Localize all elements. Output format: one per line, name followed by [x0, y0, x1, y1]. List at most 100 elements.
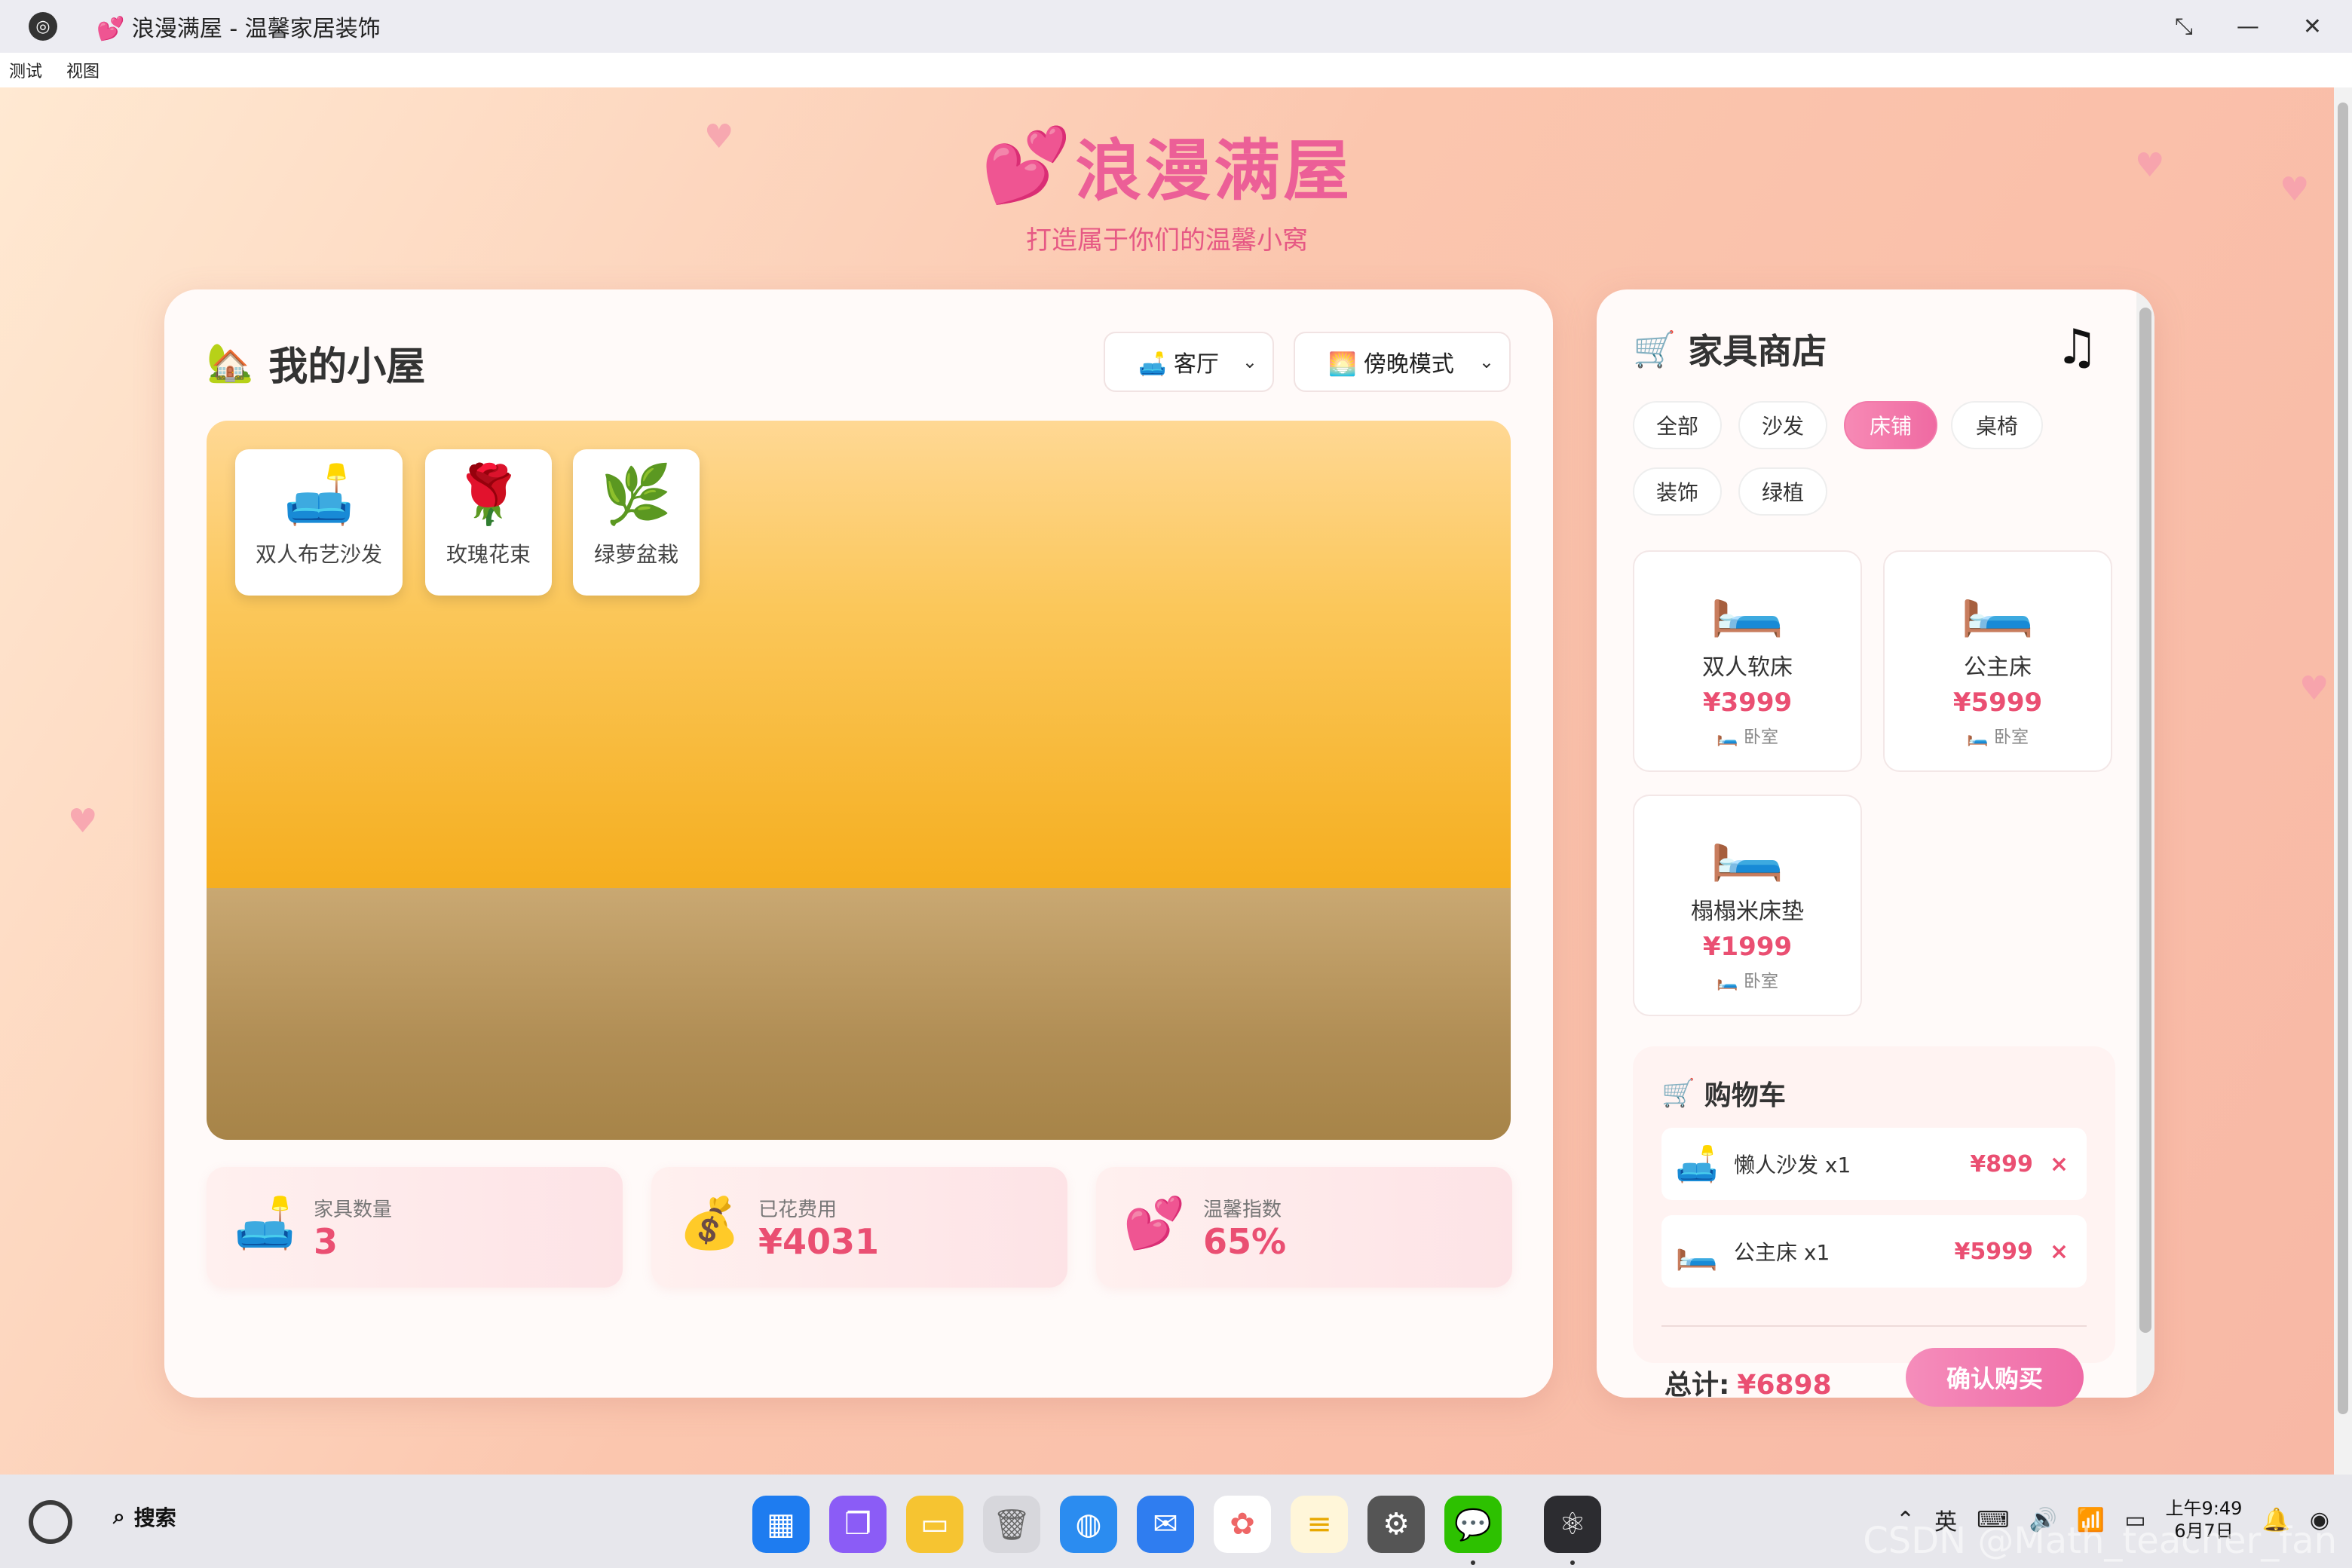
product-category: 🛏️ 卧室	[1717, 727, 1778, 747]
window-title: 💕 浪漫满屋 - 温馨家居装饰	[96, 16, 381, 42]
sofa-icon: 🛋️	[283, 461, 355, 528]
cart-title: 🛒 购物车	[1661, 1073, 1786, 1113]
stat-label: 温馨指数	[1203, 1199, 1282, 1221]
cart-item-name: 公主床 x1	[1734, 1240, 1830, 1265]
notes-icon[interactable]: ≡	[1291, 1496, 1348, 1553]
shop-title-text: 家具商店	[1688, 331, 1827, 372]
cart-title-text: 购物车	[1704, 1080, 1786, 1111]
folder-icon[interactable]: ▭	[906, 1496, 963, 1553]
cart-total-label: 总计:	[1664, 1370, 1730, 1401]
product-name: 公主床	[1964, 654, 2032, 681]
category-bed[interactable]: 床铺	[1844, 401, 1937, 449]
money-bag-icon: 💰	[678, 1194, 741, 1252]
category-sofa[interactable]: 沙发	[1738, 401, 1827, 449]
photos-icon[interactable]: ✿	[1214, 1496, 1271, 1553]
wechat-icon[interactable]: 💬	[1444, 1496, 1502, 1553]
rose-icon: 🌹	[452, 461, 525, 528]
search-icon: ⌕	[113, 1504, 125, 1529]
stat-value: 3	[314, 1221, 338, 1262]
product-price: ¥1999	[1702, 932, 1793, 962]
room-title-text: 我的小屋	[268, 345, 426, 390]
confirm-purchase-button[interactable]: 确认购买	[1906, 1348, 2084, 1407]
mode-select[interactable]: 🌅 傍晚模式 ⌄	[1294, 332, 1511, 392]
running-indicator	[1471, 1560, 1475, 1565]
placed-furniture[interactable]: 🌹 玫瑰花束	[425, 449, 552, 596]
browser-icon[interactable]: ◍	[1060, 1496, 1117, 1553]
house-icon: 🏡	[207, 341, 254, 384]
app-subtitle: 打造属于你们的温馨小窝	[1026, 225, 1308, 256]
room-select[interactable]: 🛋️ 客厅 ⌄	[1104, 332, 1274, 392]
placed-furniture-label: 绿萝盆栽	[593, 542, 678, 567]
bed-icon: 🛏️	[1710, 813, 1785, 884]
clock-time: 上午9:49	[2165, 1498, 2243, 1519]
restore-icon[interactable]: ⤡	[2175, 14, 2193, 40]
cart-item: 🛏️ 公主床 x1 ¥5999 ×	[1661, 1215, 2087, 1288]
cart-item-price: ¥899	[1970, 1150, 2033, 1178]
mode-select-value: 🌅 傍晚模式	[1328, 351, 1454, 378]
app-title: 浪漫满屋	[1075, 132, 1353, 210]
product-category: 🛏️ 卧室	[1717, 972, 1778, 991]
product-price: ¥5999	[1952, 688, 2043, 718]
close-icon[interactable]: ✕	[2303, 14, 2322, 40]
placed-furniture[interactable]: 🛋️ 双人布艺沙发	[235, 449, 403, 596]
trash-icon[interactable]: 🗑	[983, 1496, 1040, 1553]
hearts-icon: 💕	[981, 123, 1072, 207]
sofa-icon: 🛋️	[234, 1194, 296, 1252]
room-title: 🏡 我的小屋	[207, 335, 425, 391]
product-price: ¥3999	[1702, 688, 1793, 718]
menu-view[interactable]: 视图	[66, 58, 100, 82]
remove-item-button[interactable]: ×	[2050, 1151, 2069, 1178]
product-card[interactable]: 🛏️ 公主床 ¥5999 🛏️ 卧室	[1883, 550, 2112, 772]
placed-furniture-label: 双人布艺沙发	[255, 542, 382, 567]
app-icon[interactable]: ⚛	[1544, 1496, 1601, 1553]
hearts-icon: 💕	[1123, 1194, 1186, 1252]
product-name: 榻榻米床垫	[1691, 899, 1804, 925]
settings-icon[interactable]: ⚙	[1367, 1496, 1425, 1553]
multitask-icon[interactable]: ❐	[829, 1496, 887, 1553]
title-bar: ◎ 💕 浪漫满屋 - 温馨家居装饰 ⤡ — ✕	[0, 0, 2352, 53]
cart-icon: 🛒	[1661, 1078, 1695, 1109]
product-name: 双人软床	[1702, 654, 1793, 681]
sofa-icon: 🛋️	[1675, 1143, 1719, 1184]
shop-scrollbar[interactable]	[2136, 289, 2154, 1398]
stat-label: 已花费用	[758, 1199, 838, 1221]
chevron-down-icon: ⌄	[1242, 351, 1257, 372]
stat-value: ¥4031	[758, 1221, 880, 1262]
room-panel: 🏡 我的小屋 🛋️ 客厅 ⌄ 🌅 傍晚模式 ⌄ 🛋️ 双人布艺沙发 🌹 玫瑰花束…	[164, 289, 1553, 1398]
cart-total-value: ¥6898	[1737, 1370, 1832, 1401]
scrollbar-thumb[interactable]	[2338, 103, 2348, 1414]
scene-floor	[207, 888, 1511, 1140]
cart: 🛒 购物车 🛋️ 懒人沙发 x1 ¥899 × 🛏️ 公主床 x1 ¥5999 …	[1633, 1046, 2115, 1363]
menu-test[interactable]: 测试	[9, 58, 42, 82]
start-button[interactable]	[29, 1500, 72, 1544]
launcher-icon[interactable]: ▦	[752, 1496, 810, 1553]
product-card[interactable]: 🛏️ 双人软床 ¥3999 🛏️ 卧室	[1633, 550, 1862, 772]
scrollbar-thumb[interactable]	[2139, 308, 2151, 1333]
running-indicator	[1570, 1560, 1575, 1565]
stat-coziness: 💕 温馨指数 65%	[1096, 1167, 1512, 1288]
music-icon[interactable]: ♫	[2056, 320, 2099, 375]
bed-icon: 🛏️	[1960, 569, 2035, 639]
mail-icon[interactable]: ✉	[1137, 1496, 1194, 1553]
page-scrollbar[interactable]	[2334, 87, 2352, 1475]
product-card[interactable]: 🛏️ 榻榻米床垫 ¥1999 🛏️ 卧室	[1633, 795, 1862, 1016]
room-scene: 🛋️ 双人布艺沙发 🌹 玫瑰花束 🌿 绿萝盆栽	[207, 421, 1511, 1140]
cart-item-name: 懒人沙发 x1	[1734, 1153, 1851, 1178]
minimize-icon[interactable]: —	[2237, 14, 2259, 40]
category-decor[interactable]: 装饰	[1633, 467, 1722, 516]
heart-decoration-icon: ♥	[68, 802, 98, 841]
stat-value: 65%	[1203, 1221, 1287, 1262]
category-plants[interactable]: 绿植	[1738, 467, 1827, 516]
room-select-value: 🛋️ 客厅	[1138, 351, 1219, 378]
taskbar: ⌕ 搜索 ▦ ❐ ▭ 🗑 ◍ ✉ ✿ ≡ ⚙ 💬 ⚛ ⌃ 英 ⌨ 🔊 📶 ▭ 上…	[0, 1475, 2352, 1568]
category-table[interactable]: 桌椅	[1951, 401, 2043, 449]
cart-total: 总计: ¥6898	[1664, 1363, 1832, 1402]
remove-item-button[interactable]: ×	[2050, 1239, 2069, 1265]
shop-title: 🛒 家具商店	[1633, 324, 1827, 374]
taskbar-search[interactable]: ⌕ 搜索	[113, 1502, 176, 1532]
window-controls: ⤡ — ✕	[2175, 0, 2322, 53]
bed-icon: 🛏️	[1710, 569, 1785, 639]
placed-furniture[interactable]: 🌿 绿萝盆栽	[573, 449, 700, 596]
category-all[interactable]: 全部	[1633, 401, 1722, 449]
chevron-down-icon: ⌄	[1478, 351, 1494, 372]
